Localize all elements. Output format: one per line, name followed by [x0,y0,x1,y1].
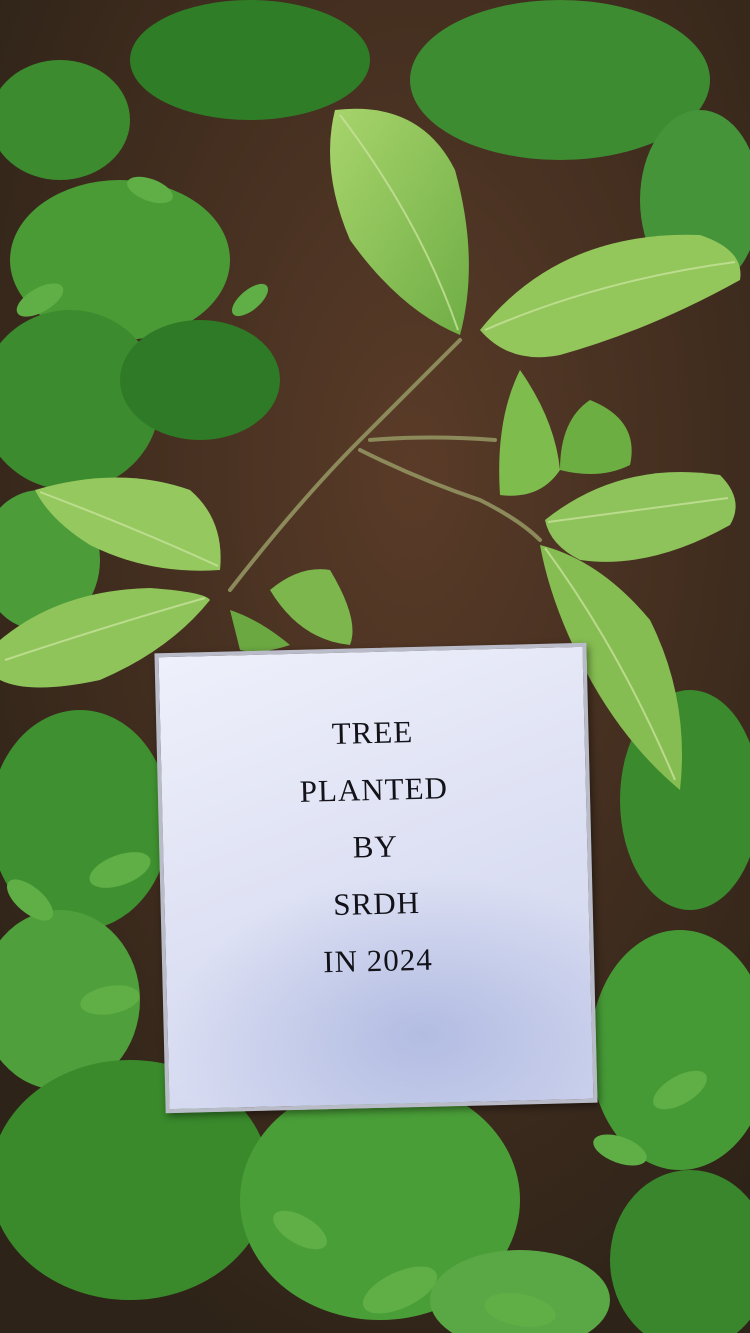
sign-line-5: IN 2024 [322,941,434,980]
sign-line-4: SRDH [332,884,421,923]
sign-line-2: PLANTED [299,770,449,809]
photo-scene: TREE PLANTED BY SRDH IN 2024 [0,0,750,1333]
sign-line-3: BY [352,828,399,865]
sign-line-1: TREE [331,714,414,752]
sign-text: TREE PLANTED BY SRDH IN 2024 [160,699,591,994]
tree-planted-sign: TREE PLANTED BY SRDH IN 2024 [154,642,598,1114]
